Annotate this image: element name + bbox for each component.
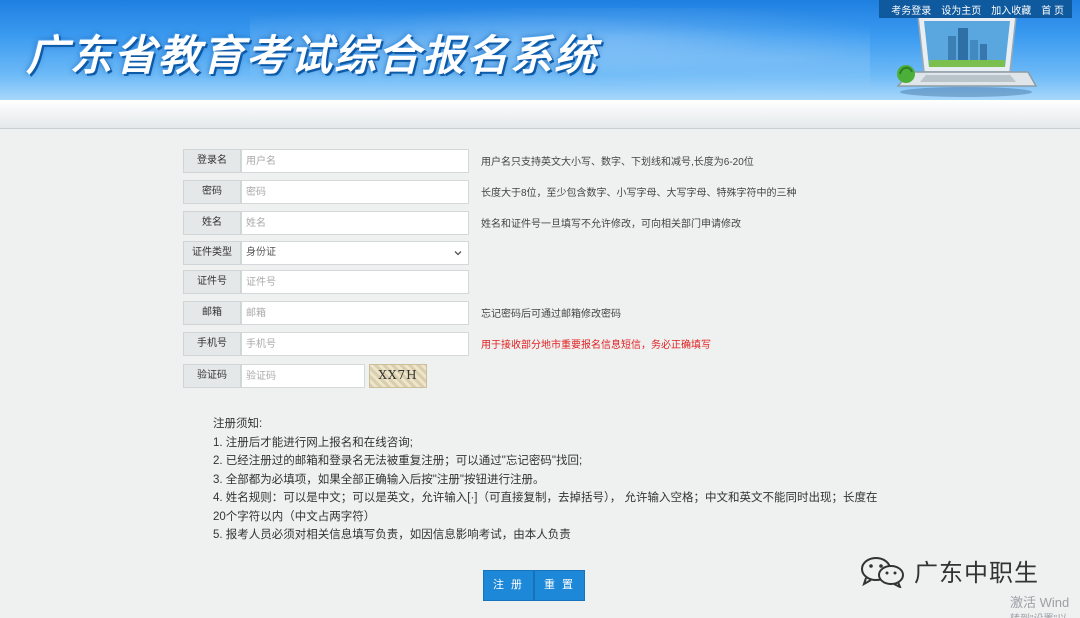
phone-input[interactable]	[241, 332, 469, 356]
chevron-down-icon	[454, 251, 462, 256]
notice-item-3: 3. 全部都为必填项，如果全部正确输入后按"注册"按钮进行注册。	[213, 473, 545, 486]
password-hint: 长度大于8位，至少包含数字、小写字母、大写字母、特殊字符中的三种	[481, 188, 797, 199]
notice-item-5: 5. 报考人员必须对相关信息填写负责，如因信息影响考试，由本人负责	[213, 529, 571, 541]
notice-item-4: 4. 姓名规则：可以是中文；可以是英文，允许输入[·]（可直接复制，去掉括号），…	[213, 492, 878, 504]
name-hint: 姓名和证件号一旦填写不允许修改，可向相关部门申请修改	[481, 219, 741, 230]
notice-title: 注册须知:	[213, 418, 263, 430]
password-input[interactable]	[241, 180, 469, 204]
wechat-account-name: 广东中职生	[914, 560, 1039, 587]
username-hint: 用户名只支持英文大小写、数字、下划线和减号,长度为6-20位	[481, 157, 754, 168]
password-label: 密码	[183, 180, 241, 204]
page: 广东省教育考试综合报名系统 考务登录 设为主页 加入收藏 首 页 登录名 用户名…	[0, 0, 1080, 618]
id-number-label: 证件号	[183, 270, 241, 294]
username-input[interactable]	[241, 149, 469, 173]
wechat-logo-icon	[861, 556, 904, 588]
notice-item-4-cont: 20个字符以内（中文占两字符）	[213, 510, 376, 523]
notice-item-2: 2. 已经注册过的邮箱和登录名无法被重复注册；可以通过"忘记密码"找回;	[213, 455, 583, 467]
id-type-selected: 身份证	[246, 247, 276, 258]
email-label: 邮箱	[183, 301, 241, 325]
id-number-input[interactable]	[241, 270, 469, 294]
phone-hint: 用于接收部分地市重要报名信息短信，务必正确填写	[481, 340, 711, 351]
top-links: 考务登录 设为主页 加入收藏 首 页	[879, 0, 1072, 18]
site-title: 广东省教育考试综合报名系统	[26, 31, 599, 80]
exam-login-link[interactable]: 考务登录	[891, 2, 931, 17]
reset-button[interactable]: 重 置	[534, 570, 585, 601]
home-link[interactable]: 首 页	[1041, 2, 1064, 17]
registration-notice: 注册须知: 1. 注册后才能进行网上报名和在线咨询; 2. 已经注册过的邮箱和登…	[213, 415, 883, 545]
laptop-illustration-icon	[896, 15, 1038, 97]
name-label: 姓名	[183, 211, 241, 235]
set-homepage-link[interactable]: 设为主页	[941, 2, 981, 17]
nav-strip	[0, 100, 1080, 129]
header-banner: 广东省教育考试综合报名系统 考务登录 设为主页 加入收藏 首 页	[0, 0, 1080, 100]
wechat-watermark: 广东中职生	[858, 553, 1039, 588]
id-type-select[interactable]: 身份证	[241, 241, 469, 265]
windows-activation-subtext: 转到"设置"以	[1010, 610, 1067, 618]
notice-item-1: 1. 注册后才能进行网上报名和在线咨询;	[213, 436, 413, 449]
id-type-label: 证件类型	[183, 241, 241, 265]
add-favorite-link[interactable]: 加入收藏	[991, 2, 1031, 17]
email-input[interactable]	[241, 301, 469, 325]
captcha-input[interactable]	[241, 364, 365, 388]
name-input[interactable]	[241, 211, 469, 235]
captcha-image[interactable]: XX7H	[369, 364, 427, 388]
email-hint: 忘记密码后可通过邮箱修改密码	[481, 309, 621, 320]
phone-label: 手机号	[183, 332, 241, 356]
windows-activation-text: 激活 Wind	[1010, 595, 1070, 610]
register-button[interactable]: 注 册	[483, 570, 534, 601]
captcha-label: 验证码	[183, 364, 241, 388]
username-label: 登录名	[183, 149, 241, 173]
